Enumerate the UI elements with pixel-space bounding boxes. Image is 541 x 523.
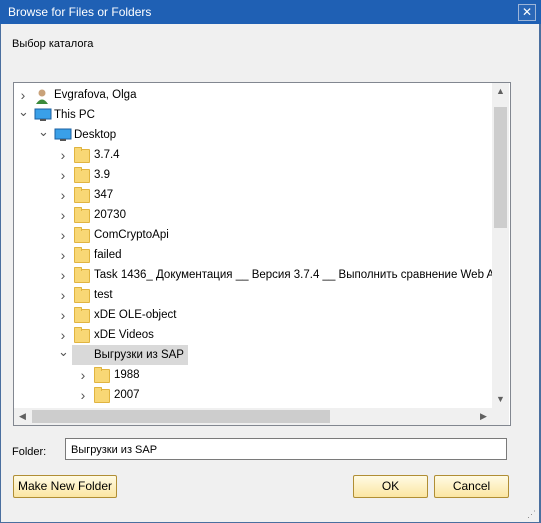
tree-item[interactable]: › failed (14, 245, 492, 265)
ok-button[interactable]: OK (353, 475, 428, 498)
tree-item[interactable]: › 2007 (14, 385, 492, 405)
title-bar: Browse for Files or Folders ✕ (0, 0, 541, 24)
close-button[interactable]: ✕ (518, 4, 536, 21)
folder-icon (74, 307, 90, 323)
expand-chevron-icon[interactable]: › (58, 145, 68, 165)
folder-field-label: Folder: (12, 446, 47, 458)
expand-chevron-icon[interactable]: › (58, 305, 68, 325)
tree-item-label: failed (94, 249, 122, 261)
tree-item[interactable]: › 347 (14, 185, 492, 205)
folder-icon (74, 247, 90, 263)
folder-icon (94, 387, 110, 403)
window-border-left (0, 24, 1, 523)
collapse-chevron-icon[interactable]: ⌄ (38, 125, 49, 145)
tree-item-label: This PC (54, 109, 95, 121)
tree-item-label: 3.7.4 (94, 149, 120, 161)
instruction-text: Выбор каталога (12, 38, 94, 50)
tree-item-label: 1988 (114, 369, 140, 381)
folder-icon (74, 167, 90, 183)
tree-item-label: 20730 (94, 209, 126, 221)
expand-chevron-icon[interactable]: › (78, 385, 88, 405)
desktop-icon (54, 128, 72, 142)
scroll-left-arrow-icon[interactable]: ◀ (14, 408, 31, 425)
tree-item-label: Desktop (74, 129, 117, 141)
folder-icon (94, 367, 110, 383)
folder-tree[interactable]: › Evgrafova, Olga ⌄ This PC ⌄ Desktop › 3.7.4 › 3… (13, 82, 511, 426)
folder-icon (74, 227, 90, 243)
cancel-button[interactable]: Cancel (434, 475, 509, 498)
close-icon: ✕ (521, 5, 533, 19)
expand-chevron-icon[interactable]: › (58, 185, 68, 205)
expand-chevron-icon[interactable]: › (58, 245, 68, 265)
vertical-scroll-thumb[interactable] (494, 107, 507, 228)
tree-item[interactable]: ⌄ This PC (14, 105, 492, 125)
tree-item[interactable]: › 1988 (14, 365, 492, 385)
tree-item-label: Выгрузки из SAP (72, 345, 188, 365)
scroll-down-arrow-icon[interactable]: ▼ (492, 391, 509, 408)
folder-icon (74, 207, 90, 223)
tree-item[interactable]: › Evgrafova, Olga (14, 85, 492, 105)
expand-chevron-icon[interactable]: › (58, 165, 68, 185)
scroll-right-arrow-icon[interactable]: ▶ (475, 408, 492, 425)
folder-input[interactable]: Выгрузки из SAP (65, 438, 507, 460)
horizontal-scrollbar[interactable]: ◀ ▶ (14, 408, 492, 425)
folder-icon (74, 267, 90, 283)
window-title: Browse for Files or Folders (8, 5, 152, 19)
tree-item[interactable]: › ComCryptoApi (14, 225, 492, 245)
expand-chevron-icon[interactable]: › (78, 365, 88, 385)
tree-item-label: test (94, 289, 113, 301)
expand-chevron-icon[interactable]: › (18, 85, 28, 105)
folder-icon (74, 187, 90, 203)
folder-icon (74, 327, 90, 343)
make-new-folder-button[interactable]: Make New Folder (13, 475, 117, 498)
tree-item[interactable]: › xDE Videos (14, 325, 492, 345)
vertical-scrollbar[interactable]: ▲ ▼ (492, 83, 509, 408)
tree-item[interactable]: ⌄ Выгрузки из SAP (14, 345, 492, 365)
collapse-chevron-icon[interactable]: ⌄ (58, 345, 69, 365)
tree-item-label: xDE Videos (94, 329, 154, 341)
expand-chevron-icon[interactable]: › (58, 325, 68, 345)
expand-chevron-icon[interactable]: › (58, 265, 68, 285)
scroll-up-arrow-icon[interactable]: ▲ (492, 83, 509, 100)
tree-item[interactable]: › 3.9 (14, 165, 492, 185)
tree-item[interactable]: ⌄ Desktop (14, 125, 492, 145)
tree-item-label: 347 (94, 189, 114, 201)
tree-item[interactable]: › xDE OLE-object (14, 305, 492, 325)
expand-chevron-icon[interactable]: › (58, 205, 68, 225)
expand-chevron-icon[interactable]: › (58, 225, 68, 245)
computer-icon (34, 108, 52, 122)
tree-item[interactable]: › 3.7.4 (14, 145, 492, 165)
tree-item-label: 2007 (114, 389, 140, 401)
tree-item-label: 3.9 (94, 169, 110, 181)
resize-grip-icon[interactable]: ⋰ (527, 509, 537, 519)
tree-item[interactable]: › test (14, 285, 492, 305)
user-icon (34, 88, 50, 104)
collapse-chevron-icon[interactable]: ⌄ (18, 105, 29, 125)
tree-item-label: Task 1436_ Документация __ Версия 3.7.4 … (94, 269, 498, 281)
expand-chevron-icon[interactable]: › (58, 285, 68, 305)
scrollbar-corner (492, 408, 509, 425)
folder-icon (74, 287, 90, 303)
folder-icon (74, 147, 90, 163)
horizontal-scroll-thumb[interactable] (32, 410, 330, 423)
tree-item-label: ComCryptoApi (94, 229, 169, 241)
tree-item[interactable]: › 20730 (14, 205, 492, 225)
tree-item[interactable]: › Task 1436_ Документация __ Версия 3.7.4… (14, 265, 497, 285)
tree-item-label: xDE OLE-object (94, 309, 177, 321)
tree-item-label: Evgrafova, Olga (54, 89, 137, 101)
